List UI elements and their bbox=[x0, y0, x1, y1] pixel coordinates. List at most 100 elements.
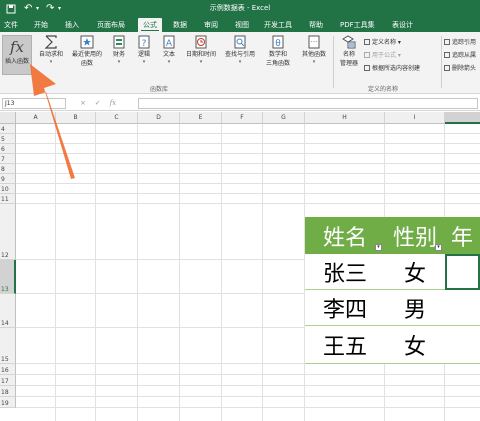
name-manager-button[interactable]: 名称 管理器 bbox=[336, 34, 362, 68]
name-box[interactable]: J13 bbox=[2, 98, 66, 109]
row-header-15[interactable]: 15 bbox=[0, 328, 16, 364]
table-cell[interactable] bbox=[445, 326, 480, 364]
table-cell[interactable] bbox=[445, 290, 480, 326]
chevron-down-icon: ▾ bbox=[312, 59, 316, 65]
tab-data[interactable]: 数据 bbox=[173, 18, 187, 32]
use-in-formula-icon bbox=[364, 52, 370, 58]
define-name-button[interactable]: 定义名称 ▾ bbox=[364, 38, 401, 47]
row-header-17[interactable]: 17 bbox=[0, 375, 16, 386]
tab-home[interactable]: 开始 bbox=[34, 18, 48, 32]
table-cell[interactable]: 张三 bbox=[305, 254, 385, 290]
tab-file[interactable]: 文件 bbox=[4, 18, 18, 32]
filter-dropdown-icon[interactable]: ▾ bbox=[375, 244, 382, 251]
table-cell[interactable]: 李四 bbox=[305, 290, 385, 326]
svg-text:A: A bbox=[166, 39, 173, 49]
ribbon-tabs: 文件 开始 插入 页面布局 公式 数据 审阅 视图 开发工具 帮助 PDF工具集… bbox=[0, 18, 480, 32]
tab-view[interactable]: 视图 bbox=[235, 18, 249, 32]
row-gridline bbox=[16, 163, 480, 164]
row-header-14[interactable]: 14 bbox=[0, 294, 16, 328]
text-button[interactable]: A 文本 ▾ bbox=[158, 34, 180, 65]
select-all-corner[interactable] bbox=[0, 112, 16, 124]
row-header-10[interactable]: 10 bbox=[0, 184, 16, 194]
confirm-icon[interactable]: ✓ bbox=[95, 99, 101, 107]
recently-used-button[interactable]: 最近使用的 函数 bbox=[68, 34, 106, 68]
chevron-down-icon: ▾ bbox=[117, 59, 121, 65]
row-header-19[interactable]: 19 bbox=[0, 397, 16, 408]
defined-names-group-label: 定义的名称 bbox=[368, 86, 399, 93]
table-cell[interactable]: 女 bbox=[385, 254, 445, 290]
formula-fx-icon[interactable]: fx bbox=[110, 99, 117, 107]
row-header-6[interactable]: 6 bbox=[0, 144, 16, 154]
tab-review[interactable]: 审阅 bbox=[204, 18, 218, 32]
finance-book-icon bbox=[113, 35, 125, 49]
column-header-f[interactable]: F bbox=[222, 112, 263, 124]
remove-arrows-button[interactable]: 删除箭头 bbox=[444, 64, 476, 73]
trace-precedents-button[interactable]: 追踪引用 bbox=[444, 38, 476, 47]
trace-dependents-button[interactable]: 追踪从属 bbox=[444, 51, 476, 60]
row-header-13[interactable]: 13 bbox=[0, 260, 16, 294]
column-header-d[interactable]: D bbox=[138, 112, 180, 124]
row-header-9[interactable]: 9 bbox=[0, 174, 16, 184]
column-header-e[interactable]: E bbox=[180, 112, 222, 124]
tab-help[interactable]: 帮助 bbox=[309, 18, 323, 32]
use-in-formula-button[interactable]: 用于公式 ▾ bbox=[364, 51, 401, 60]
worksheet-grid[interactable]: ABCDEFGHIJ 45678910111213141516171819 姓名… bbox=[0, 112, 480, 421]
create-from-selection-button[interactable]: 根据所选内容创建 bbox=[364, 64, 420, 73]
more-functions-icon: ··· bbox=[308, 35, 320, 49]
column-header-b[interactable]: B bbox=[56, 112, 96, 124]
formula-buttons: × ✓ fx bbox=[80, 98, 116, 109]
formula-input[interactable] bbox=[138, 98, 478, 109]
table-header-cell[interactable]: 姓名 bbox=[305, 217, 385, 254]
row-gridline bbox=[16, 407, 480, 408]
svg-text:···: ··· bbox=[311, 38, 318, 46]
active-cell-selection[interactable] bbox=[445, 254, 480, 290]
column-gridline bbox=[95, 124, 96, 421]
math-trig-button[interactable]: θ 数学和 三角函数 bbox=[261, 34, 295, 68]
column-header-c[interactable]: C bbox=[96, 112, 138, 124]
row-gridline bbox=[16, 203, 480, 204]
autosum-button[interactable]: 自动求和 ▾ bbox=[36, 34, 66, 65]
theta-icon: θ bbox=[272, 35, 284, 49]
lookup-reference-button[interactable]: 查找与引用 ▾ bbox=[222, 34, 258, 65]
row-header-18[interactable]: 18 bbox=[0, 386, 16, 397]
financial-button[interactable]: 财务 ▾ bbox=[108, 34, 130, 65]
more-functions-button[interactable]: ··· 其他函数 ▾ bbox=[298, 34, 330, 65]
table-header-cell[interactable]: 年 bbox=[445, 217, 480, 254]
column-header-j[interactable]: J bbox=[445, 112, 480, 124]
tab-formulas[interactable]: 公式 bbox=[138, 18, 162, 32]
row-gridline bbox=[16, 153, 480, 154]
row-header-12[interactable]: 12 bbox=[0, 204, 16, 260]
table-cell[interactable]: 王五 bbox=[305, 326, 385, 364]
column-gridline bbox=[55, 124, 56, 421]
table-cell[interactable]: 男 bbox=[385, 290, 445, 326]
cancel-icon[interactable]: × bbox=[80, 99, 86, 107]
tab-pdf-tools[interactable]: PDF工具集 bbox=[340, 18, 375, 32]
row-gridline bbox=[16, 385, 480, 386]
row-header-4[interactable]: 4 bbox=[0, 124, 16, 134]
insert-function-label: 插入函数 bbox=[4, 58, 29, 65]
column-header-h[interactable]: H bbox=[305, 112, 385, 124]
column-gridline bbox=[179, 124, 180, 421]
tab-developer[interactable]: 开发工具 bbox=[264, 18, 292, 32]
column-header-a[interactable]: A bbox=[16, 112, 56, 124]
row-header-5[interactable]: 5 bbox=[0, 134, 16, 144]
row-gridline bbox=[16, 143, 480, 144]
row-header-8[interactable]: 8 bbox=[0, 164, 16, 174]
table-cell[interactable]: 女 bbox=[385, 326, 445, 364]
chevron-down-icon: ▾ bbox=[49, 59, 53, 65]
row-header-16[interactable]: 16 bbox=[0, 364, 16, 375]
column-header-i[interactable]: I bbox=[385, 112, 445, 124]
ribbon: fx 插入函数 自动求和 ▾ 最近使用的 函数 财务 ▾ ? 逻辑 ▾ A 文本… bbox=[0, 32, 480, 94]
insert-function-button[interactable]: fx 插入函数 bbox=[2, 35, 32, 75]
tab-insert[interactable]: 插入 bbox=[65, 18, 79, 32]
row-header-11[interactable]: 11 bbox=[0, 194, 16, 204]
date-time-button[interactable]: 日期和时间 ▾ bbox=[183, 34, 219, 65]
title-bar: ↶ ▾ ↷ ▾ 示例数据表 - Excel bbox=[0, 0, 480, 18]
tab-page-layout[interactable]: 页面布局 bbox=[97, 18, 125, 32]
column-header-g[interactable]: G bbox=[263, 112, 305, 124]
row-header-7[interactable]: 7 bbox=[0, 154, 16, 164]
logical-button[interactable]: ? 逻辑 ▾ bbox=[133, 34, 155, 65]
tab-table-design[interactable]: 表设计 bbox=[392, 18, 413, 32]
row-gridline bbox=[16, 173, 480, 174]
filter-dropdown-icon[interactable]: ▾ bbox=[435, 244, 442, 251]
